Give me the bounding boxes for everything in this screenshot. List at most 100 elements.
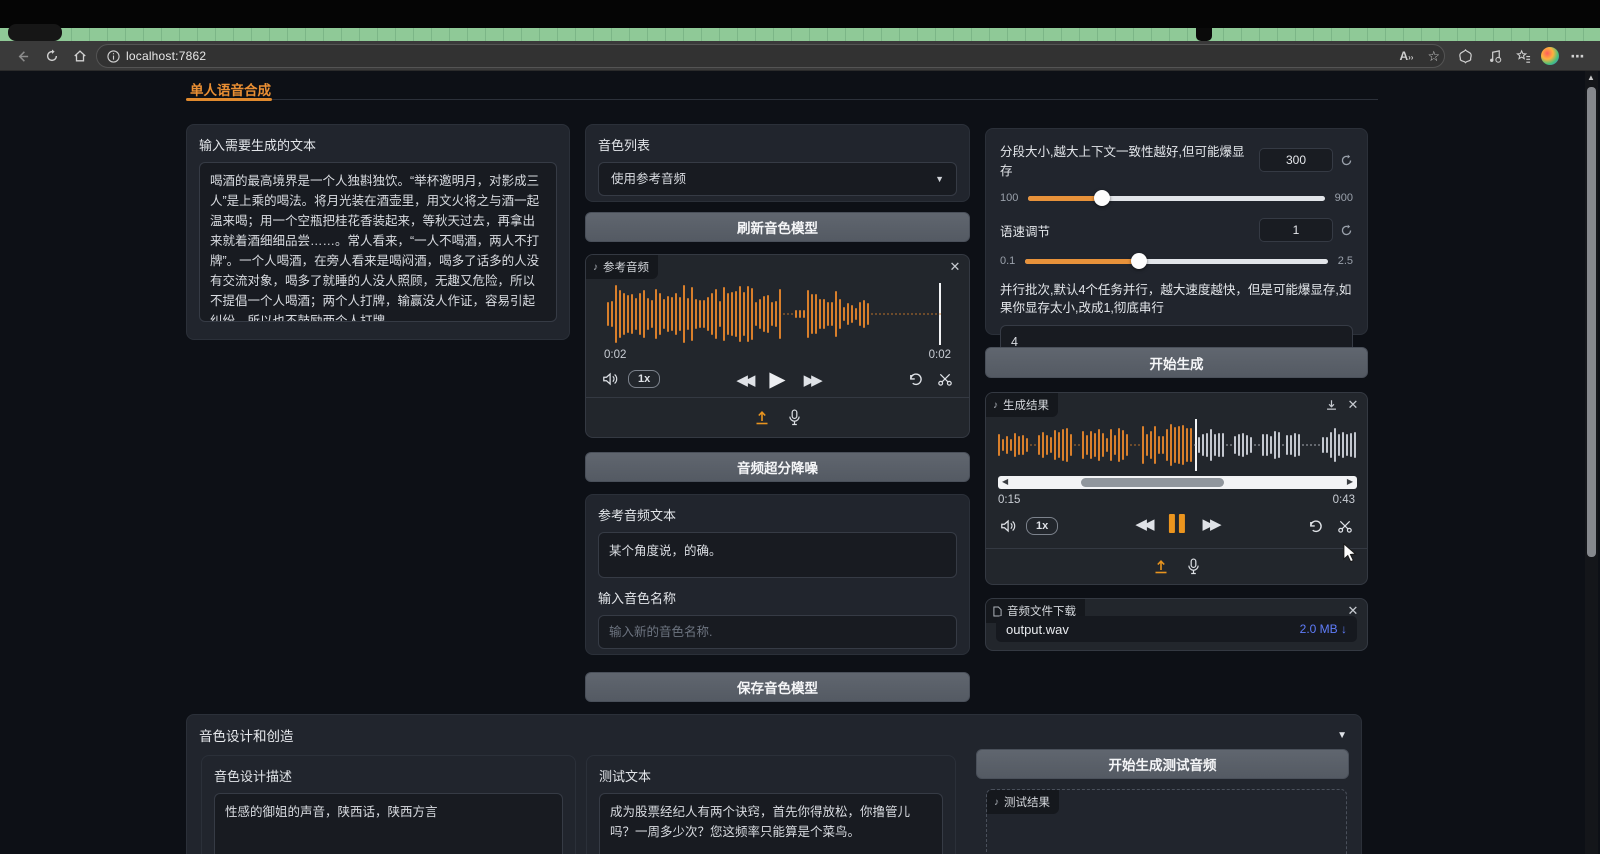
home-icon[interactable] [70, 46, 90, 66]
reference-audio-chip: ♪ 参考音频 [586, 255, 658, 279]
playback-speed-button[interactable]: 1x [1026, 517, 1058, 535]
rewind-icon[interactable]: ◀◀ [1135, 515, 1150, 533]
result-audio-player: ♪ 生成结果 ✕ ◀ ▶ 0:15 0:43 1x ◀◀ ▶▶ [985, 392, 1368, 585]
speech-rate-value[interactable]: 1 [1259, 218, 1333, 242]
music-note-icon: ♪ [994, 797, 999, 808]
speech-rate-min: 0.1 [1000, 255, 1015, 267]
address-bar[interactable]: localhost:7862 A›› ☆ [96, 44, 1445, 68]
fast-forward-icon[interactable]: ▶▶ [804, 371, 819, 389]
text-input-textarea[interactable]: 喝酒的最高境界是一个人独斟独饮。“举杯邀明月，对影成三人”是上乘的喝法。将月光装… [199, 162, 557, 322]
refresh-voice-model-button[interactable]: 刷新音色模型 [585, 212, 970, 242]
save-voice-model-button[interactable]: 保存音色模型 [585, 672, 970, 702]
result-waveform[interactable] [998, 419, 1357, 471]
voice-list-selected: 使用参考音频 [611, 169, 686, 189]
volume-icon[interactable] [602, 371, 620, 387]
upload-audio-icon[interactable] [754, 410, 770, 426]
slider-thumb[interactable] [1131, 253, 1147, 269]
playback-speed-button[interactable]: 1x [628, 370, 660, 388]
file-download-panel: 音频文件下载 ✕ output.wav 2.0 MB ↓ [985, 598, 1368, 651]
voice-design-accordion: 音色设计和创造 ▼ 音色设计描述 性感的御姐的声音，陕西话，陕西方言 测试文本 … [186, 714, 1362, 854]
close-icon[interactable]: ✕ [947, 259, 963, 275]
extension-audio-icon[interactable] [1485, 46, 1505, 66]
record-mic-icon[interactable] [788, 409, 801, 426]
voice-list-dropdown[interactable]: 使用参考音频 ▼ [598, 162, 957, 196]
download-file-row[interactable]: output.wav 2.0 MB ↓ [996, 616, 1357, 642]
reset-icon[interactable] [1340, 154, 1353, 167]
reference-text-panel: 参考音频文本 某个角度说，的确。 输入音色名称 输入新的音色名称. [585, 494, 970, 655]
window-title-bar [0, 0, 1600, 28]
test-result-chip: ♪ 测试结果 [987, 790, 1059, 814]
refresh-icon[interactable] [42, 46, 62, 66]
voice-name-label: 输入音色名称 [598, 588, 957, 607]
page-scrollbar-thumb[interactable] [1587, 87, 1596, 557]
mouse-cursor [1341, 543, 1359, 563]
download-icon[interactable] [1323, 397, 1339, 413]
total-time: 0:43 [1333, 494, 1355, 506]
browser-menu-icon[interactable]: ⋯ [1568, 46, 1588, 66]
segment-size-slider[interactable] [1028, 196, 1324, 201]
page-scrollbar[interactable]: ▲ [1585, 71, 1598, 854]
play-icon[interactable]: ▶ [769, 367, 785, 392]
segment-size-label: 分段大小,越大上下文一致性越好,但可能爆显存 [1000, 141, 1255, 179]
speech-rate-max: 2.5 [1338, 255, 1353, 267]
total-time: 0:02 [929, 349, 951, 361]
file-download-link[interactable]: 2.0 MB ↓ [1300, 622, 1347, 636]
speech-rate-label: 语速调节 [1000, 221, 1050, 240]
segment-max: 900 [1335, 192, 1353, 204]
start-generation-button[interactable]: 开始生成 [985, 347, 1368, 378]
collections-icon[interactable] [1513, 46, 1533, 66]
favorite-star-icon[interactable]: ☆ [1427, 48, 1440, 65]
site-info-icon[interactable] [107, 50, 120, 63]
generation-settings-panel: 分段大小,越大上下文一致性越好,但可能爆显存 300 100 900 语速调节 … [985, 128, 1368, 335]
slider-thumb[interactable] [1094, 190, 1110, 206]
scroll-up-icon[interactable]: ▲ [1587, 73, 1595, 82]
trim-scissors-icon[interactable] [937, 372, 953, 387]
music-note-icon: ♪ [593, 262, 598, 273]
volume-icon[interactable] [1000, 518, 1018, 534]
tab-underline [186, 98, 272, 101]
back-icon[interactable] [12, 46, 32, 66]
rewind-icon[interactable]: ◀◀ [736, 371, 751, 389]
fast-forward-icon[interactable]: ▶▶ [1203, 515, 1218, 533]
scroll-right-icon[interactable]: ▶ [1347, 477, 1353, 486]
voice-name-input[interactable]: 输入新的音色名称. [598, 615, 957, 649]
accordion-title: 音色设计和创造 [199, 725, 294, 745]
file-icon [993, 606, 1002, 617]
voice-name-placeholder: 输入新的音色名称. [609, 622, 712, 642]
reset-icon[interactable] [1340, 224, 1353, 237]
read-aloud-icon[interactable]: A›› [1399, 49, 1413, 63]
audio-denoise-button[interactable]: 音频超分降噪 [585, 452, 970, 482]
scrollbar-thumb[interactable] [1081, 478, 1225, 487]
batch-label: 并行批次,默认4个任务并行，越大速度越快，但是可能爆显存,如果你显存太小,改成1… [1000, 281, 1353, 317]
tab-single-voice-synthesis[interactable]: 单人语音合成 [190, 79, 271, 99]
test-textarea[interactable]: 成为股票经纪人有两个诀窍，首先你得放松，你撸管儿吗？一周多少次？您这频率只能算是… [599, 793, 943, 854]
browser-essentials-icon[interactable] [1455, 46, 1475, 66]
tab-divider [272, 99, 1378, 100]
reference-text-textarea[interactable]: 某个角度说，的确。 [598, 532, 957, 578]
undo-trim-icon[interactable] [908, 372, 923, 387]
speech-rate-slider[interactable] [1025, 259, 1327, 264]
voice-design-desc-panel: 音色设计描述 性感的御姐的声音，陕西话，陕西方言 [201, 755, 576, 854]
reference-waveform[interactable] [607, 283, 941, 345]
upload-audio-icon[interactable] [1153, 559, 1169, 575]
chevron-down-icon: ▼ [1337, 730, 1347, 741]
undo-trim-icon[interactable] [1308, 519, 1323, 534]
segment-size-value[interactable]: 300 [1259, 148, 1333, 172]
browser-toolbar: localhost:7862 A›› ☆ ⋯ [0, 41, 1600, 71]
waveform-scrollbar[interactable]: ◀ ▶ [998, 476, 1357, 489]
desc-textarea[interactable]: 性感的御姐的声音，陕西话，陕西方言 [214, 793, 563, 854]
trim-scissors-icon[interactable] [1337, 519, 1353, 534]
voice-list-label: 音色列表 [598, 135, 957, 154]
segment-min: 100 [1000, 192, 1018, 204]
pause-icon[interactable] [1169, 514, 1185, 533]
scroll-left-icon[interactable]: ◀ [1002, 477, 1008, 486]
page-content: 单人语音合成 输入需要生成的文本 喝酒的最高境界是一个人独斟独饮。“举杯邀明月，… [0, 71, 1600, 854]
profile-avatar[interactable] [1540, 46, 1560, 66]
close-icon[interactable]: ✕ [1345, 397, 1361, 413]
start-test-generation-button[interactable]: 开始生成测试音频 [976, 749, 1349, 779]
accordion-header[interactable]: 音色设计和创造 ▼ [199, 725, 1349, 745]
test-text-panel: 测试文本 成为股票经纪人有两个诀窍，首先你得放松，你撸管儿吗？一周多少次？您这频… [586, 755, 956, 854]
record-mic-icon[interactable] [1187, 558, 1200, 575]
test-text-label: 测试文本 [599, 766, 943, 785]
music-note-icon: ♪ [993, 400, 998, 411]
